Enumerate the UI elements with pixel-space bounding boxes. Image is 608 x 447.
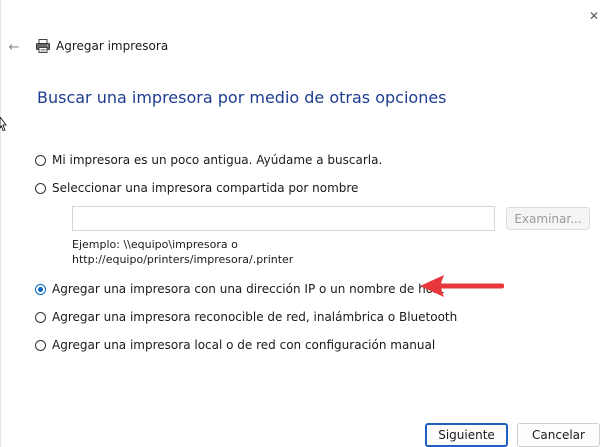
option-old-printer-label: Mi impresora es un poco antigua. Ayúdame… [52,153,383,167]
radio-discoverable[interactable] [35,311,46,323]
option-ip-hostname[interactable]: Agregar una impresora con una dirección … [35,282,444,296]
option-old-printer[interactable]: Mi impresora es un poco antigua. Ayúdame… [35,153,382,167]
window-edge [0,0,1,447]
window-title: Agregar impresora [56,39,169,53]
option-discoverable-label: Agregar una impresora reconocible de red… [52,310,458,324]
printer-icon [36,39,50,53]
example-line-2: http://equipo/printers/impresora/.printe… [72,253,294,266]
add-printer-window: ✕ ← Agregar impresora Buscar una impreso… [0,0,608,447]
option-ip-hostname-label: Agregar una impresora con una dirección … [52,282,445,296]
next-button[interactable]: Siguiente [425,423,508,447]
example-line-1: Ejemplo: \\equipo\impresora o [72,238,238,251]
option-shared-by-name[interactable]: Seleccionar una impresora compartida por… [35,181,358,195]
option-manual-label: Agregar una impresora local o de red con… [52,338,436,352]
cancel-button[interactable]: Cancelar [517,423,600,447]
close-icon: ✕ [588,9,600,23]
radio-manual[interactable] [35,339,46,351]
close-button[interactable]: ✕ [584,6,604,26]
radio-old-printer[interactable] [35,154,46,166]
red-arrow-icon [420,275,504,297]
back-button[interactable]: ← [4,37,24,57]
option-discoverable[interactable]: Agregar una impresora reconocible de red… [35,310,457,324]
page-heading: Buscar una impresora por medio de otras … [37,88,447,107]
shared-printer-name-input[interactable] [72,206,495,231]
option-shared-by-name-label: Seleccionar una impresora compartida por… [52,181,359,195]
radio-shared-by-name[interactable] [35,182,46,194]
option-manual[interactable]: Agregar una impresora local o de red con… [35,338,435,352]
back-arrow-icon: ← [8,39,20,55]
browse-button[interactable]: Examinar... [506,207,590,230]
mouse-cursor-icon [0,117,7,131]
radio-ip-hostname[interactable] [35,283,46,295]
example-text: Ejemplo: \\equipo\impresora o http://equ… [72,237,293,267]
